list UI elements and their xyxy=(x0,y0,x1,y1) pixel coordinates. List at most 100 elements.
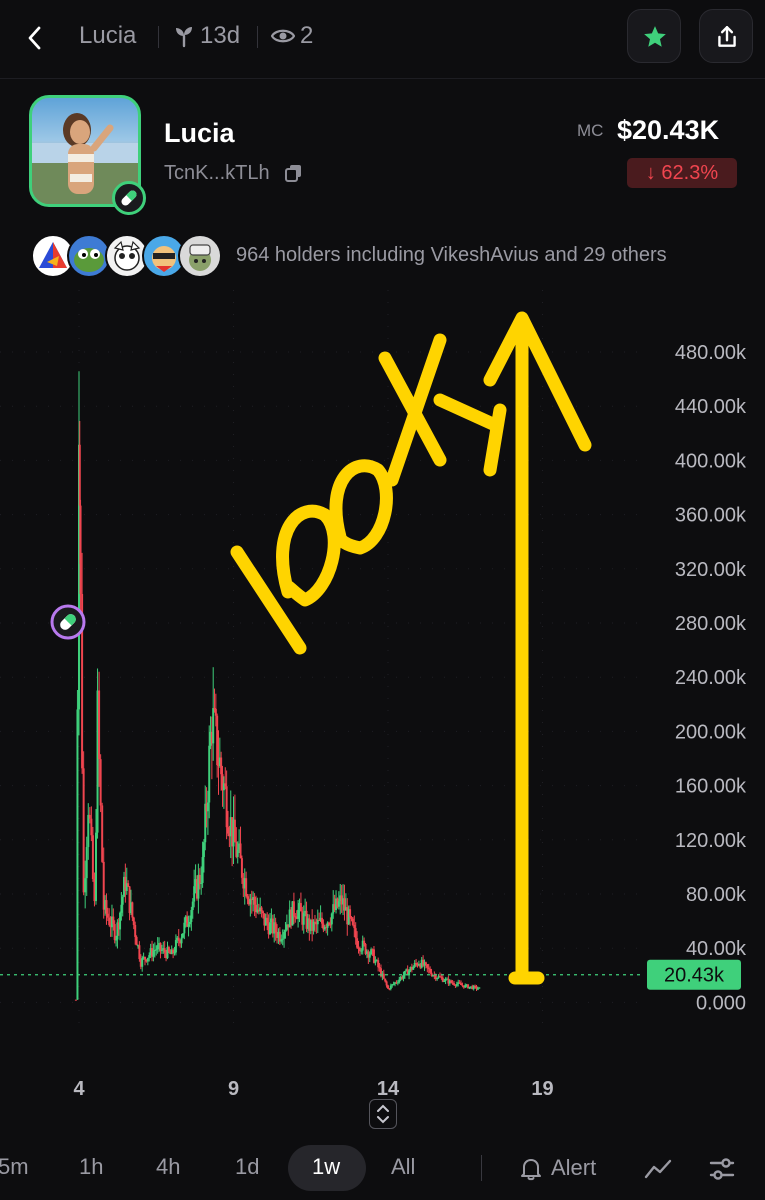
current-price-tag: 20.43k xyxy=(647,959,741,990)
y-axis-labels: 480.00k 440.00k 400.00k 360.00k 320.00k 280.0… xyxy=(675,342,747,1014)
candle xyxy=(87,814,90,848)
candle xyxy=(225,786,228,828)
candle xyxy=(236,849,239,857)
settings-sliders-icon[interactable] xyxy=(708,1156,736,1182)
y-tick-label: 160.00k xyxy=(675,776,747,798)
candle xyxy=(78,444,81,506)
y-tick-label: 280.00k xyxy=(675,613,747,635)
candle xyxy=(274,922,277,933)
candle xyxy=(216,715,219,766)
candle xyxy=(312,921,315,931)
candle xyxy=(163,948,166,953)
candle xyxy=(105,900,108,914)
candle xyxy=(90,818,93,836)
candle xyxy=(174,939,177,953)
candle xyxy=(260,907,263,912)
candle xyxy=(180,937,183,944)
candle xyxy=(181,933,184,938)
candle xyxy=(363,940,366,944)
price-change-badge: ↓ 62.3% xyxy=(627,158,737,188)
candle xyxy=(79,505,82,594)
line-chart-icon[interactable] xyxy=(644,1158,672,1180)
token-address: TcnK...kTLh xyxy=(164,162,270,184)
candle xyxy=(188,921,191,925)
candle xyxy=(385,981,388,986)
copy-icon[interactable] xyxy=(285,164,303,182)
candle xyxy=(330,913,333,925)
x-tick-label: 4 xyxy=(73,1078,85,1100)
candle xyxy=(144,956,147,960)
candle xyxy=(155,949,158,951)
timeframe-5m[interactable]: 5m xyxy=(0,1154,29,1180)
candle xyxy=(478,987,481,989)
x-tick-label: 14 xyxy=(377,1078,400,1100)
watchers-count: 2 xyxy=(300,22,314,49)
candle xyxy=(227,827,230,834)
holder-avatar[interactable] xyxy=(178,234,222,278)
candle xyxy=(190,910,193,922)
market-cap-value: $20.43K xyxy=(617,115,720,145)
candle xyxy=(173,952,176,954)
candles xyxy=(74,371,481,1001)
candle xyxy=(261,911,264,914)
candle xyxy=(427,967,430,969)
candle xyxy=(450,980,453,983)
y-tick-label: 40.00k xyxy=(686,938,747,960)
candle xyxy=(403,971,406,976)
timeframe-4h[interactable]: 4h xyxy=(156,1154,180,1180)
expand-vertical-icon xyxy=(377,1104,389,1124)
candle xyxy=(253,897,256,905)
x-axis-labels: 4 9 14 19 xyxy=(73,1078,553,1100)
candle xyxy=(206,802,209,812)
candle xyxy=(99,759,102,806)
candle xyxy=(208,745,211,803)
candle xyxy=(132,917,135,926)
divider xyxy=(158,26,159,48)
candle xyxy=(148,955,151,958)
candle xyxy=(337,901,340,907)
price-chart[interactable]: 480.00k440.00k400.00k360.00k320.00k280.0… xyxy=(0,290,765,1120)
candle xyxy=(201,857,204,883)
candle xyxy=(284,929,287,932)
candle xyxy=(368,954,371,958)
bell-icon xyxy=(521,1159,541,1181)
alert-label: Alert xyxy=(551,1155,597,1180)
y-tick-label: 0.000 xyxy=(696,992,746,1014)
candle xyxy=(108,917,111,926)
candle xyxy=(302,913,305,925)
candle xyxy=(436,978,439,980)
x-tick-label: 9 xyxy=(228,1078,239,1100)
candle xyxy=(233,819,236,842)
candle xyxy=(134,925,137,937)
y-tick-label: 360.00k xyxy=(675,505,747,527)
back-button[interactable] xyxy=(18,20,54,56)
candle xyxy=(476,988,479,990)
x-tick-label: 19 xyxy=(531,1078,553,1100)
candle xyxy=(354,928,357,939)
timeframe-all[interactable]: All xyxy=(391,1154,415,1180)
current-price-label: 20.43k xyxy=(664,965,725,987)
candle xyxy=(88,814,91,819)
timeframe-1w[interactable]: 1w xyxy=(312,1154,340,1180)
candle xyxy=(429,968,432,973)
y-tick-label: 480.00k xyxy=(675,342,747,364)
candle xyxy=(200,882,203,884)
100x-annotation xyxy=(230,311,592,985)
candle xyxy=(138,945,141,960)
candle xyxy=(384,978,387,982)
candle xyxy=(297,909,300,919)
favorite-button[interactable] xyxy=(627,9,681,63)
candle xyxy=(98,690,101,760)
timeframe-1d[interactable]: 1d xyxy=(235,1154,259,1180)
candle xyxy=(167,947,170,952)
candle xyxy=(141,958,144,967)
top-bar: Lucia 13d 2 xyxy=(0,0,765,79)
share-button[interactable] xyxy=(699,9,753,63)
candle xyxy=(239,843,242,859)
holders-summary: 964 holders including VikeshAvius and 29… xyxy=(236,244,667,266)
y-tick-label: 240.00k xyxy=(675,667,747,689)
candle xyxy=(160,949,163,951)
timeframe-1h[interactable]: 1h xyxy=(79,1154,103,1180)
chart-resize-handle[interactable] xyxy=(369,1099,397,1129)
candle xyxy=(396,982,399,984)
